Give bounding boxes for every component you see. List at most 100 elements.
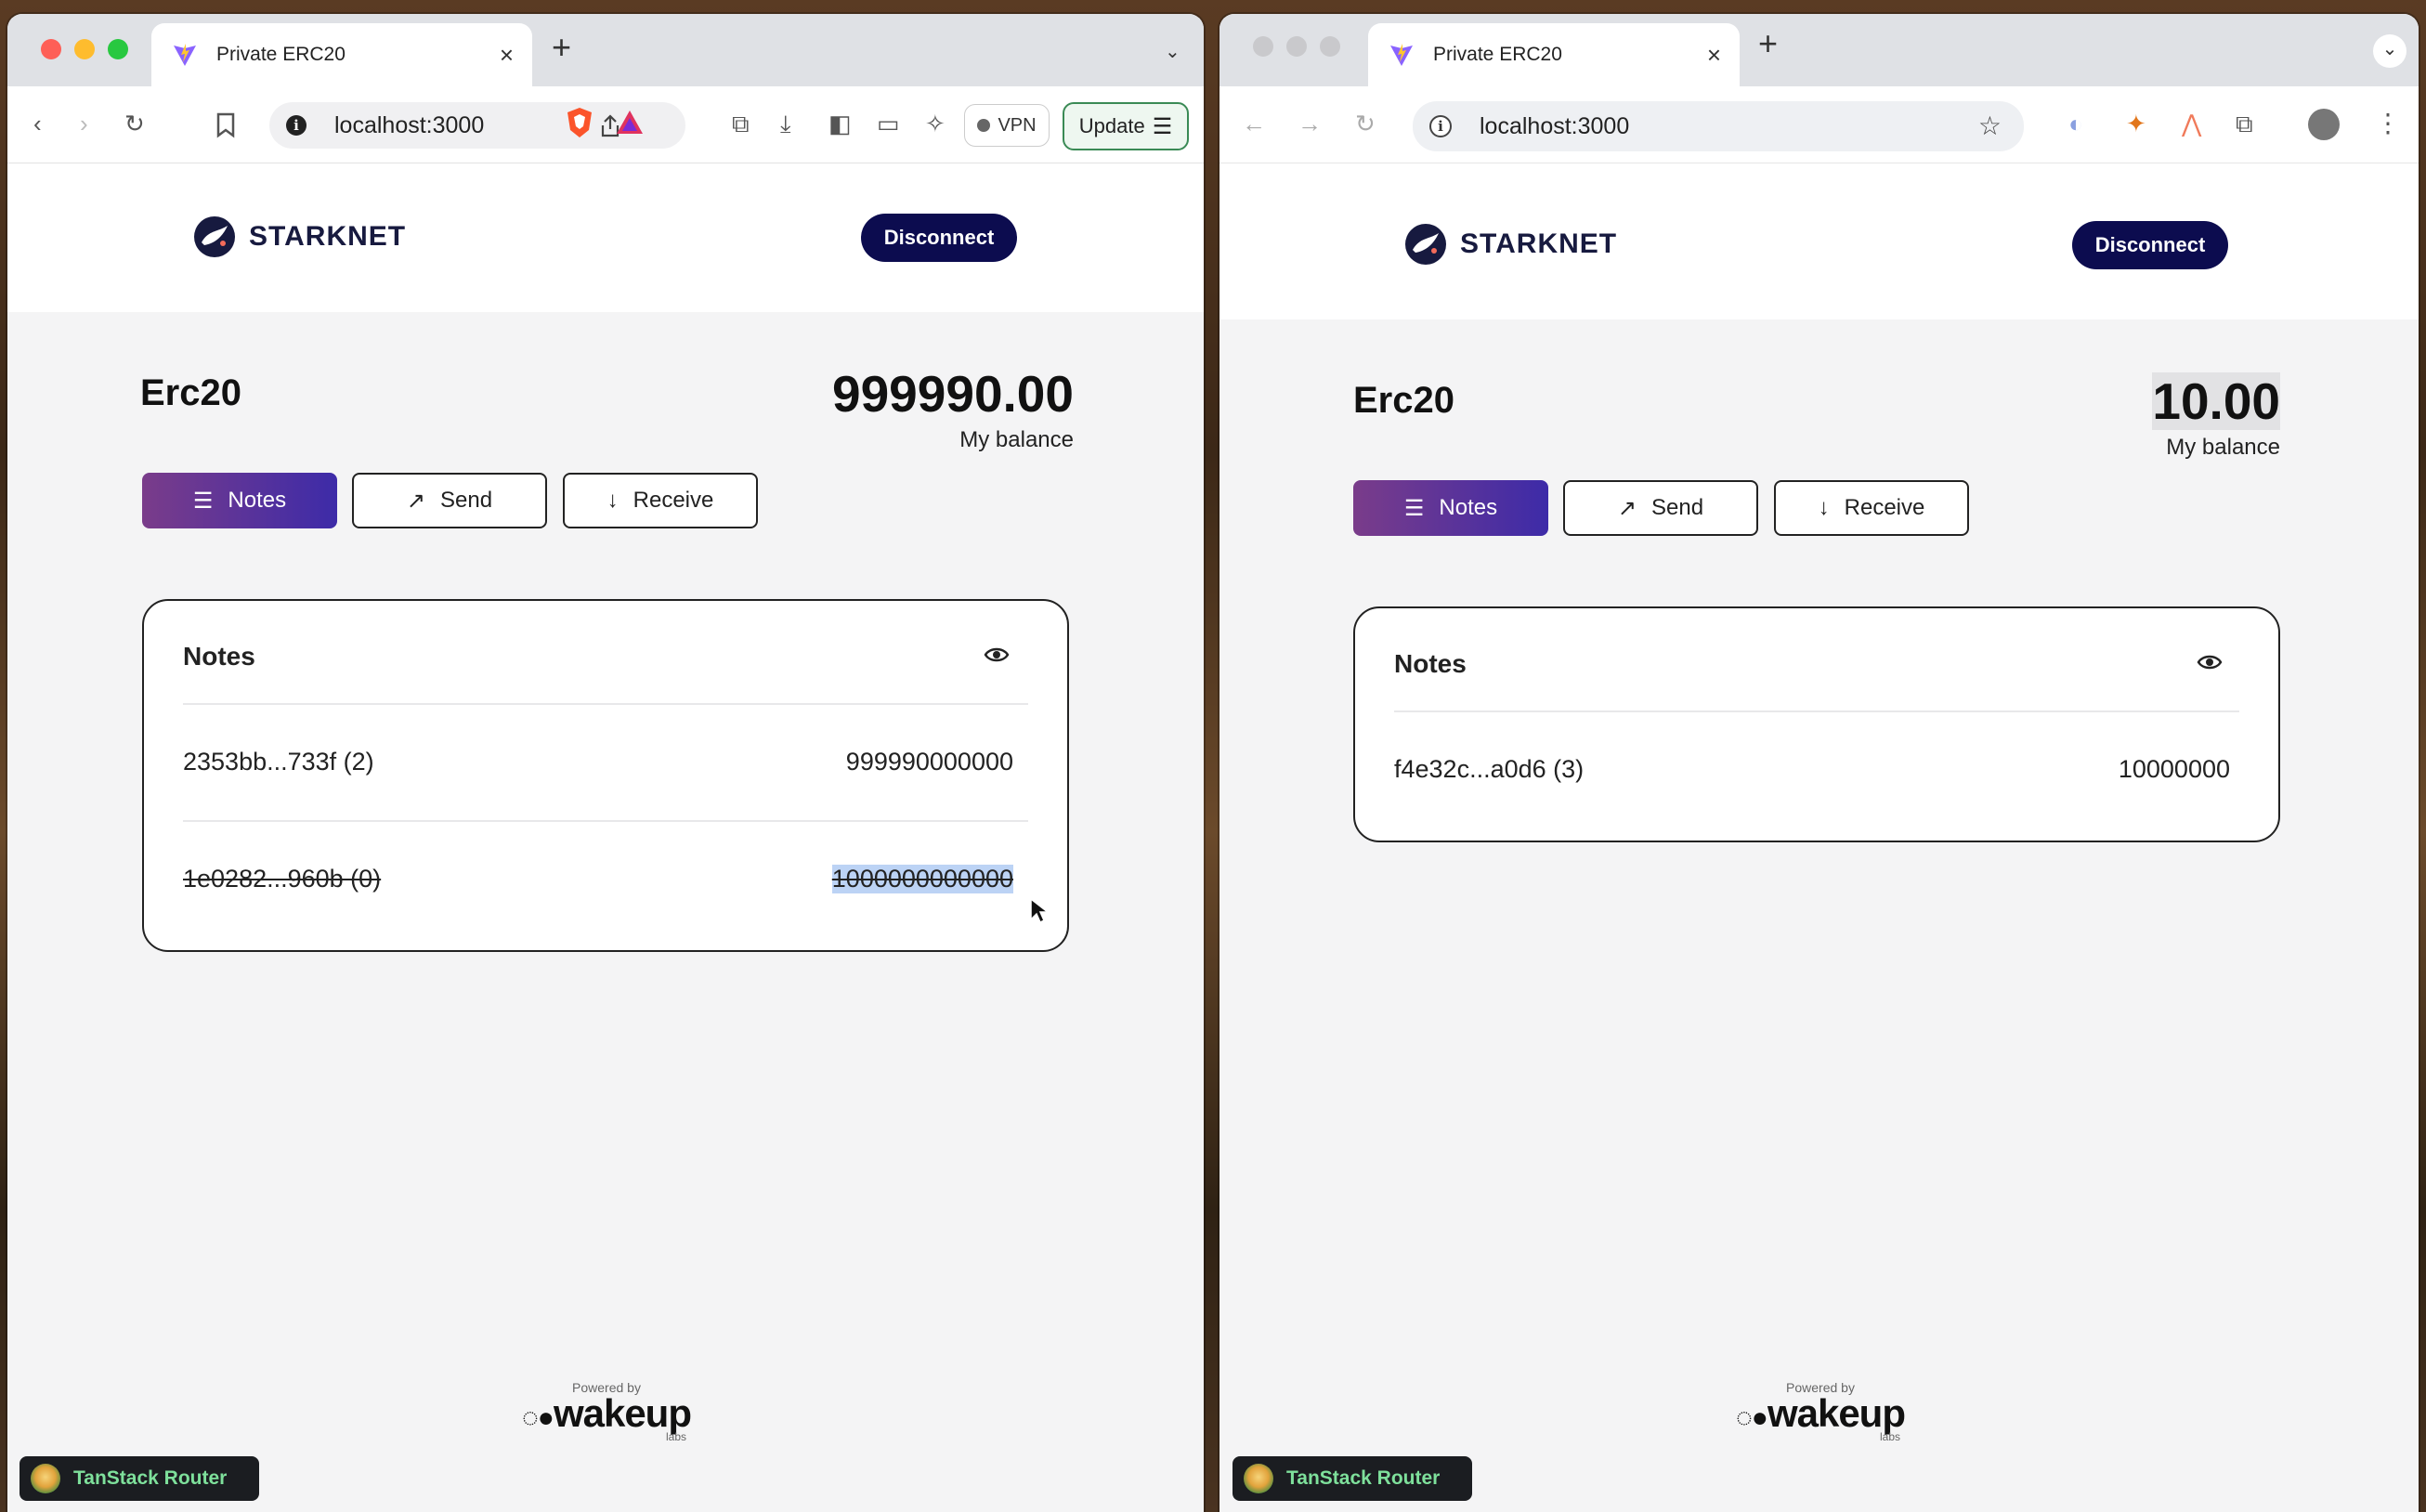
wakeup-dots-icon: ◌●: [521, 1402, 554, 1433]
profile-avatar[interactable]: [2308, 109, 2340, 140]
bookmark-star-icon[interactable]: ☆: [1978, 111, 2002, 141]
send-button[interactable]: ↗ Send: [1563, 480, 1758, 536]
balance-amount: 10.00: [1870, 371, 2280, 431]
update-button[interactable]: Update ☰: [1063, 102, 1189, 150]
note-value: 1000000000000: [831, 865, 1013, 893]
notes-button-label: Notes: [228, 488, 287, 513]
tanstack-label: TanStack Router: [73, 1467, 228, 1489]
note-row[interactable]: f4e32c...a0d6 (3) 10000000: [1394, 710, 2239, 829]
note-id: f4e32c...a0d6 (3): [1394, 755, 1585, 783]
notes-card-title: Notes: [1394, 649, 1467, 678]
receive-button[interactable]: ↓ Receive: [563, 473, 758, 528]
browser-toolbar: ← → ↻ i localhost:3000 ☆ ◐ ✦ ⋀ ⧉ ⋮: [1220, 86, 2419, 163]
arrow-down-icon: ↓: [606, 488, 619, 513]
tab-private-erc20[interactable]: Private ERC20 ×: [151, 23, 532, 86]
tab-search-chevron-icon[interactable]: ⌄: [1165, 40, 1180, 63]
starknet-logo-icon: [194, 216, 235, 257]
starknet-logo-icon: [1405, 224, 1446, 265]
balance-label: My balance: [959, 427, 1074, 452]
brave-shields-icon[interactable]: [565, 106, 594, 139]
minimize-window-button[interactable]: [74, 39, 95, 59]
tanstack-router-devtools-button[interactable]: TanStack Router: [20, 1456, 259, 1501]
tanstack-router-devtools-button[interactable]: TanStack Router: [1233, 1456, 1472, 1501]
extension-starknet-icon[interactable]: ◐: [2068, 109, 2083, 138]
balance-amount-text: 10.00: [2152, 372, 2280, 430]
new-tab-button[interactable]: +: [1758, 23, 1778, 64]
arrow-up-right-icon: ↗: [1617, 495, 1637, 521]
receive-button-label: Receive: [633, 488, 714, 513]
site-info-icon[interactable]: i: [1429, 115, 1452, 137]
note-id: 2353bb...733f (2): [183, 748, 374, 776]
wakeup-logo[interactable]: ◌●wakeup: [504, 1391, 709, 1436]
vite-favicon-icon: [174, 44, 196, 66]
tab-private-erc20[interactable]: Private ERC20 ×: [1368, 23, 1740, 86]
more-menu-icon[interactable]: ⋮: [2375, 109, 2401, 138]
disconnect-button[interactable]: Disconnect: [861, 214, 1017, 262]
wakeup-logo[interactable]: ◌●wakeup: [1718, 1391, 1923, 1436]
bookmark-icon[interactable]: [215, 112, 236, 138]
note-row-spent[interactable]: 1e0282...960b (0) 1000000000000: [183, 820, 1028, 939]
list-icon: ☰: [1403, 495, 1425, 521]
argent-icon[interactable]: ⋀: [2182, 109, 2201, 138]
receive-button[interactable]: ↓ Receive: [1774, 480, 1969, 536]
close-window-button[interactable]: [1253, 36, 1273, 57]
address-bar[interactable]: i localhost:3000 ☆: [1413, 101, 2024, 151]
wallet-icon[interactable]: ▭: [877, 109, 900, 138]
back-arrow-icon[interactable]: ‹: [33, 109, 42, 138]
app-page-left: STARKNET Disconnect Erc20 999990.00 My b…: [7, 163, 1204, 1512]
tab-strip: Private ERC20 × + ⌄: [7, 14, 1204, 86]
eye-icon[interactable]: [2197, 653, 2223, 671]
minimize-window-button[interactable]: [1286, 36, 1307, 57]
note-id: 1e0282...960b (0): [183, 865, 382, 893]
vite-favicon-icon: [1390, 44, 1413, 66]
wakeup-dots-icon: ◌●: [1735, 1402, 1768, 1433]
token-name: Erc20: [1353, 380, 1454, 421]
site-header: STARKNET Disconnect: [7, 163, 1204, 312]
sidebar-icon[interactable]: ◧: [828, 109, 852, 138]
balance-label: My balance: [2166, 435, 2280, 460]
maximize-window-button[interactable]: [1320, 36, 1340, 57]
tab-search-chevron-icon[interactable]: ⌄: [2373, 34, 2406, 68]
update-label: Update: [1078, 114, 1145, 137]
metamask-icon[interactable]: ✦: [2126, 109, 2146, 138]
extensions-icon[interactable]: ⧉: [2236, 109, 2253, 138]
reload-icon[interactable]: ↻: [1355, 109, 1376, 138]
starknet-logo[interactable]: STARKNET: [1404, 223, 1617, 266]
tab-close-icon[interactable]: ×: [500, 41, 514, 70]
site-info-icon[interactable]: i: [286, 115, 307, 136]
vpn-button[interactable]: VPN: [964, 104, 1050, 147]
eye-icon[interactable]: [984, 645, 1010, 664]
close-window-button[interactable]: [41, 39, 61, 59]
tab-title: Private ERC20: [216, 44, 346, 65]
send-button[interactable]: ↗ Send: [352, 473, 547, 528]
reload-icon[interactable]: ↻: [124, 109, 145, 138]
notes-tab-button[interactable]: ☰ Notes: [1353, 480, 1548, 536]
notes-tab-button[interactable]: ☰ Notes: [142, 473, 337, 528]
forward-arrow-icon[interactable]: ›: [80, 109, 88, 138]
tab-strip: Private ERC20 × + ⌄: [1220, 14, 2419, 86]
vpn-status-icon: [977, 119, 991, 132]
maximize-window-button[interactable]: [108, 39, 128, 59]
starknet-logo[interactable]: STARKNET: [193, 215, 406, 258]
menu-icon: ☰: [1152, 113, 1173, 139]
leo-ai-icon[interactable]: ✧: [925, 109, 946, 138]
note-row[interactable]: 2353bb...733f (2) 999990000000: [183, 703, 1028, 822]
brave-rewards-icon[interactable]: [615, 109, 645, 137]
tab-close-icon[interactable]: ×: [1707, 41, 1721, 70]
send-button-label: Send: [440, 488, 493, 513]
note-value: 10000000: [2118, 755, 2230, 783]
downloads-icon[interactable]: ⤓: [780, 109, 791, 138]
tanstack-logo-icon: [31, 1464, 60, 1493]
back-arrow-icon[interactable]: ←: [1242, 109, 1266, 138]
new-tab-button[interactable]: +: [552, 27, 571, 68]
tab-title: Private ERC20: [1433, 44, 1562, 65]
forward-arrow-icon[interactable]: →: [1298, 109, 1322, 138]
notes-card: Notes f4e32c...a0d6 (3) 10000000: [1353, 606, 2280, 842]
notes-button-label: Notes: [1439, 495, 1498, 520]
window-controls: [1253, 36, 1340, 57]
extensions-icon[interactable]: ⧉: [732, 109, 750, 138]
url-text: localhost:3000: [1480, 112, 1630, 139]
token-name: Erc20: [140, 372, 241, 413]
disconnect-button[interactable]: Disconnect: [2072, 221, 2228, 269]
url-text: localhost:3000: [334, 111, 485, 138]
